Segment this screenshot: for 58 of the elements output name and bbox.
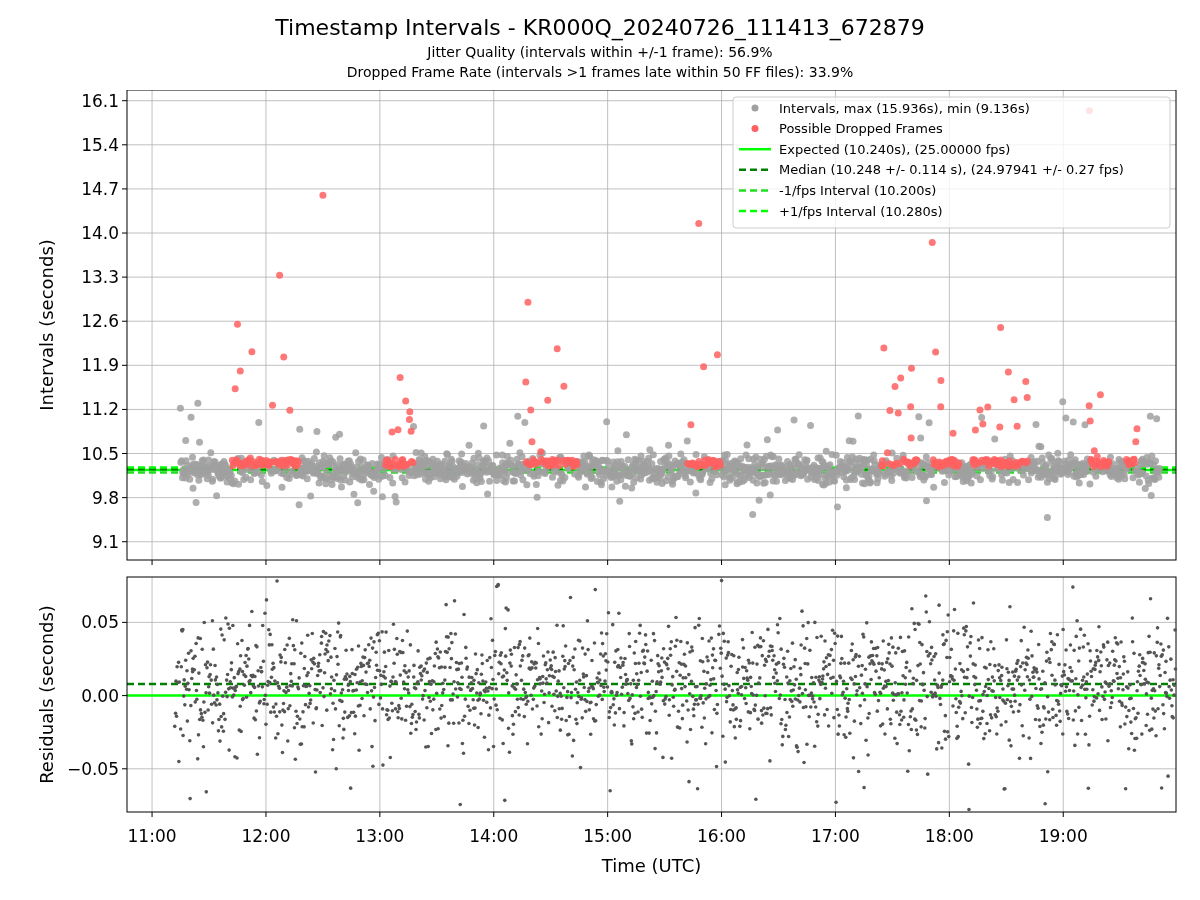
outlier-point xyxy=(1004,368,1012,376)
tick-label: 9.1 xyxy=(91,531,119,552)
tick-label: 10.5 xyxy=(81,443,119,464)
outlier-point xyxy=(908,364,915,372)
outlier-point xyxy=(1022,378,1030,386)
outlier-point xyxy=(997,324,1005,331)
tick-label: 14.0 xyxy=(81,223,119,243)
outlier-point xyxy=(937,376,945,384)
legend-label: Intervals, max (15.936s), min (9.136s) xyxy=(779,100,1030,116)
outlier-point xyxy=(553,345,561,353)
legend-label: Expected (10.240s), (25.00000 fps) xyxy=(779,141,1011,157)
tick-label: 11.2 xyxy=(81,399,119,420)
outlier-point xyxy=(234,320,241,328)
outlier-point xyxy=(231,385,239,393)
outlier-point xyxy=(276,271,284,279)
outlier-point xyxy=(713,351,721,359)
tick-label: 16:00 xyxy=(697,826,747,846)
chart-subtitle: Dropped Frame Rate (intervals >1 frames late within 50 FF files): 33.9% xyxy=(346,63,854,82)
tick-label: 13.3 xyxy=(81,267,119,288)
tick-label: 18:00 xyxy=(924,826,974,846)
outlier-point xyxy=(700,363,708,371)
outlier-point xyxy=(560,382,568,390)
legend-label: -1/fps Interval (10.200s) xyxy=(779,182,937,198)
tick-label: 15.4 xyxy=(81,134,119,155)
tick-label: 14:00 xyxy=(469,826,519,846)
tick-label: −0.05 xyxy=(66,758,119,779)
axis-label: Time (UTC) xyxy=(601,855,702,876)
legend-label: Possible Dropped Frames xyxy=(779,121,943,137)
outlier-point xyxy=(319,191,327,199)
outlier-point xyxy=(280,353,288,361)
outlier-point xyxy=(524,298,532,306)
tick-label: 0.05 xyxy=(81,612,119,633)
tick-label: 11:00 xyxy=(127,826,177,846)
outlier-point xyxy=(932,348,940,356)
outlier-point xyxy=(928,238,936,246)
outlier-point xyxy=(248,348,256,356)
tick-label: 16.1 xyxy=(81,90,119,111)
tick-label: 11.9 xyxy=(81,355,119,376)
axis-label: Intervals (seconds) xyxy=(36,239,57,411)
outlier-point xyxy=(695,220,703,228)
tick-label: 12.6 xyxy=(81,311,119,332)
axis-label: Residuals (seconds) xyxy=(36,605,57,784)
tick-label: 19:00 xyxy=(1038,826,1088,846)
tick-label: 13:00 xyxy=(355,826,405,846)
legend-label: +1/fps Interval (10.280s) xyxy=(779,203,943,219)
tick-label: 14.7 xyxy=(81,178,119,199)
outlier-point xyxy=(236,367,244,375)
tick-label: 15:00 xyxy=(583,826,633,846)
legend-label: Median (10.248 +/- 0.114 s), (24.97941 +/- 0.27 fps) xyxy=(779,162,1124,178)
tick-label: 0.00 xyxy=(81,685,119,706)
chart-subtitle: Jitter Quality (intervals within +/-1 frame): 56.9% xyxy=(427,43,773,62)
chart-title: Timestamp Intervals - KR000Q_20240726_111413_672879 xyxy=(275,14,925,42)
tick-label: 9.8 xyxy=(91,487,119,508)
tick-label: 12:00 xyxy=(241,826,291,846)
outlier-point xyxy=(522,378,530,386)
outlier-point xyxy=(880,344,888,352)
outlier-point xyxy=(396,374,404,382)
tick-label: 17:00 xyxy=(810,826,860,846)
